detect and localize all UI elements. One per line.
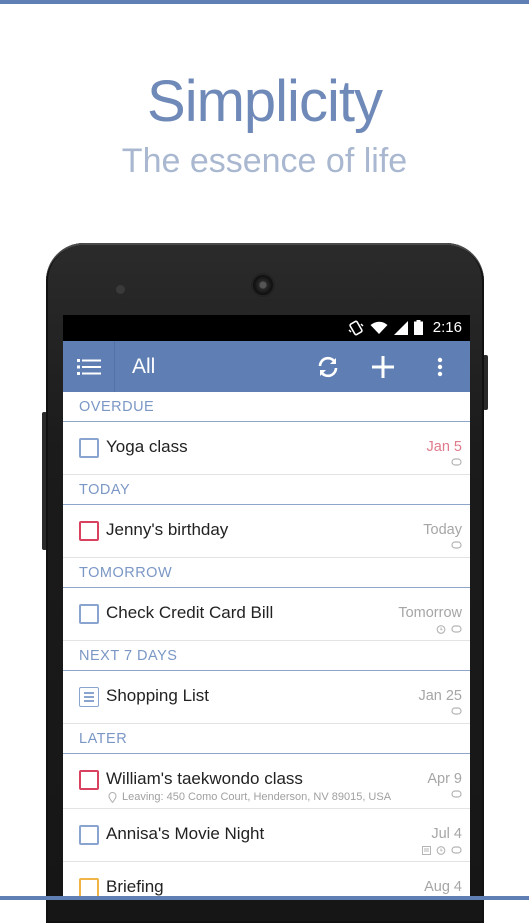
section-header-overdue: OVERDUE <box>63 392 470 422</box>
list-title[interactable]: All <box>132 355 155 379</box>
status-time: 2:16 <box>432 319 462 336</box>
promo-headline: Simplicity <box>147 69 383 134</box>
sync-button[interactable] <box>306 341 350 392</box>
repeat-icon <box>451 625 462 633</box>
task-checkbox[interactable] <box>79 825 99 845</box>
task-due-date: Tomorrow <box>398 605 462 621</box>
more-icon <box>437 357 443 376</box>
phone-screen: 2:16 All OVERDUE Yoga class Jan 5 TODAY … <box>63 315 470 900</box>
battery-icon <box>413 320 423 335</box>
task-meta <box>451 458 462 466</box>
section-title: TODAY <box>79 482 131 498</box>
task-checkbox[interactable] <box>79 604 99 624</box>
task-row[interactable]: Yoga class Jan 5 <box>63 422 470 475</box>
task-checkbox[interactable] <box>79 878 99 898</box>
task-meta <box>436 624 462 634</box>
location-pin-icon <box>108 792 117 803</box>
task-title: Jenny's birthday <box>106 520 229 539</box>
section-header-later: LATER <box>63 724 470 754</box>
promo-subheadline: The essence of life <box>121 142 408 180</box>
task-title: William's taekwondo class <box>106 769 303 788</box>
task-checkbox[interactable] <box>79 521 99 541</box>
task-title: Check Credit Card Bill <box>106 603 274 622</box>
overflow-menu-button[interactable] <box>418 341 462 392</box>
bottom-accent-bar <box>0 896 529 900</box>
section-header-today: TODAY <box>63 475 470 505</box>
task-due-date: Jan 25 <box>418 688 462 704</box>
task-meta <box>422 845 462 855</box>
repeat-icon <box>451 458 462 466</box>
alarm-icon <box>436 625 446 634</box>
task-title: Annisa's Movie Night <box>106 824 265 843</box>
sync-icon <box>318 356 338 377</box>
task-row[interactable]: Jenny's birthday Today <box>63 505 470 558</box>
task-meta <box>451 707 462 715</box>
task-meta <box>451 790 462 798</box>
menu-button[interactable] <box>63 341 115 392</box>
menu-icon <box>76 358 101 375</box>
task-checkbox[interactable] <box>79 438 99 458</box>
task-row[interactable]: Check Credit Card Bill Tomorrow <box>63 588 470 641</box>
task-location: Leaving: 450 Como Court, Henderson, NV 8… <box>122 791 392 803</box>
task-row[interactable]: William's taekwondo class Leaving: 450 C… <box>63 754 470 809</box>
repeat-icon <box>451 707 462 715</box>
section-title: OVERDUE <box>79 399 155 415</box>
task-row[interactable]: Briefing Aug 4 <box>63 862 470 900</box>
repeat-icon <box>451 846 462 854</box>
task-due-date: Aug 4 <box>424 879 462 895</box>
section-title: TOMORROW <box>79 565 173 581</box>
add-icon <box>372 355 394 378</box>
task-due-date: Today <box>423 522 462 538</box>
add-task-button[interactable] <box>361 341 405 392</box>
task-title: Yoga class <box>106 437 188 456</box>
status-bar: 2:16 <box>63 315 470 341</box>
task-meta <box>451 541 462 549</box>
task-row[interactable]: Annisa's Movie Night Jul 4 <box>63 809 470 862</box>
section-title: LATER <box>79 731 128 747</box>
signal-icon <box>393 320 408 335</box>
task-checkbox[interactable] <box>79 770 99 790</box>
task-due-date: Apr 9 <box>427 771 462 787</box>
repeat-icon <box>451 790 462 798</box>
checklist-icon[interactable] <box>79 687 99 707</box>
phone-sensor <box>116 285 125 294</box>
alarm-icon <box>436 846 446 855</box>
task-row[interactable]: Shopping List Jan 25 <box>63 671 470 724</box>
wifi-icon <box>370 321 388 334</box>
task-due-date: Jul 4 <box>431 826 462 842</box>
section-header-next-7-days: NEXT 7 DAYS <box>63 641 470 671</box>
repeat-icon <box>451 541 462 549</box>
vibrate-icon <box>348 320 364 335</box>
section-header-tomorrow: TOMORROW <box>63 558 470 588</box>
top-accent-bar <box>0 0 529 4</box>
task-due-date: Jan 5 <box>426 439 462 455</box>
section-title: NEXT 7 DAYS <box>79 648 178 664</box>
phone-camera <box>253 275 273 295</box>
note-icon <box>422 845 431 855</box>
app-bar: All <box>63 341 470 392</box>
task-title: Briefing <box>106 877 164 896</box>
task-title: Shopping List <box>106 686 210 705</box>
